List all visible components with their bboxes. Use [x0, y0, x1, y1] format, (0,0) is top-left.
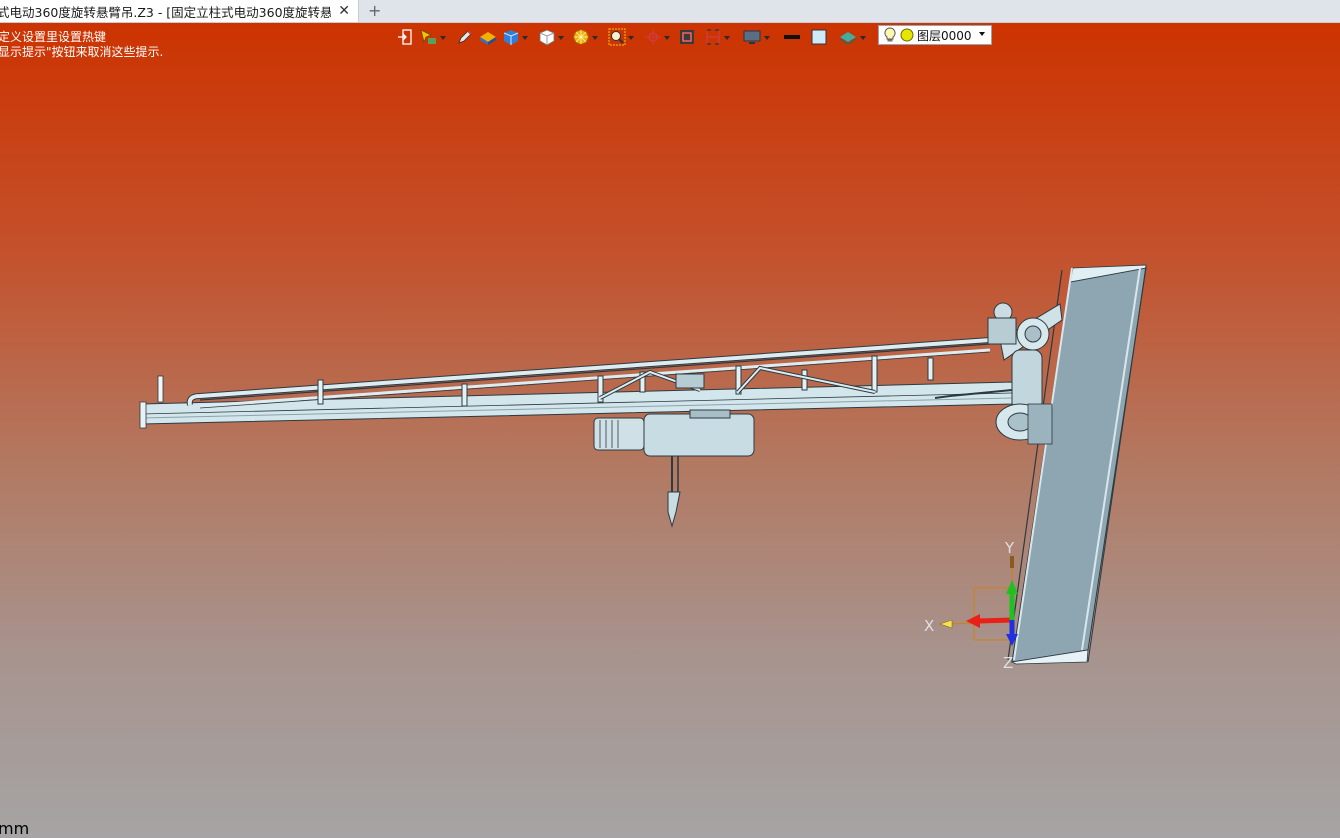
- units-label: mm: [0, 819, 30, 838]
- new-tab-button[interactable]: +: [368, 0, 381, 22]
- triad-x-label: X: [924, 617, 934, 635]
- tab-bar: 式电动360度旋转悬臂吊.Z3 - [固定立柱式电动360度旋转悬臂吊] ✕ +: [0, 0, 1340, 23]
- axis-triad: X Y Z: [924, 539, 1018, 672]
- slewing-drive: [987, 302, 1063, 445]
- tab-title: 式电动360度旋转悬臂吊.Z3 - [固定立柱式电动360度旋转悬臂吊]: [0, 4, 331, 20]
- triad-z-label: Z: [1003, 654, 1013, 672]
- triad-y-label: Y: [1004, 539, 1015, 557]
- jib-crane-model: X Y Z: [139, 264, 1147, 672]
- document-tab[interactable]: 式电动360度旋转悬臂吊.Z3 - [固定立柱式电动360度旋转悬臂吊] ✕: [0, 0, 359, 22]
- 3d-viewport[interactable]: 定义设置里设置热键 显示提示"按钮来取消这些提示. 图层0000 X Y Z m…: [0, 23, 1340, 838]
- close-icon[interactable]: ✕: [338, 2, 350, 20]
